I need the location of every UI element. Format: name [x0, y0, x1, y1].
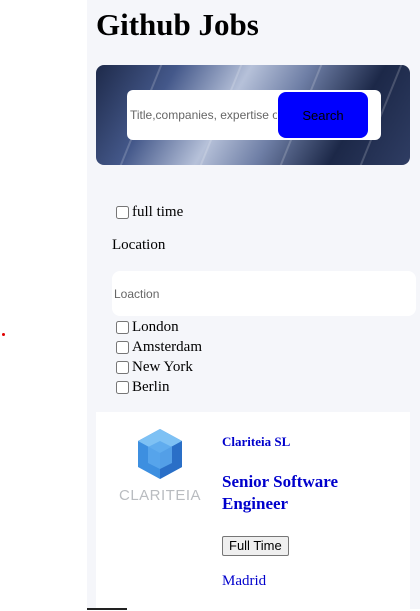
location-heading: Location — [112, 237, 166, 253]
logo-text: CLARITEIA — [119, 487, 201, 504]
location-input[interactable] — [112, 271, 416, 316]
search-bar: Search — [127, 90, 381, 140]
main-panel: Github Jobs Search full time Location Lo… — [87, 0, 420, 609]
city-option-label: Amsterdam — [132, 339, 202, 355]
search-hero-banner: Search — [96, 65, 410, 165]
page-title: Github Jobs — [96, 7, 259, 42]
new-york-checkbox[interactable] — [116, 360, 129, 374]
full-time-checkbox[interactable] — [116, 205, 129, 219]
full-time-filter[interactable]: full time — [116, 203, 183, 221]
search-button[interactable]: Search — [278, 92, 368, 138]
city-option-label: London — [132, 319, 179, 335]
job-type-button[interactable]: Full Time — [222, 536, 289, 556]
scroll-indicator — [87, 608, 127, 610]
amsterdam-checkbox[interactable] — [116, 340, 129, 354]
city-option-berlin[interactable]: Berlin — [116, 378, 170, 396]
berlin-checkbox[interactable] — [116, 380, 129, 394]
city-option-amsterdam[interactable]: Amsterdam — [116, 338, 202, 356]
clariteia-logo-icon: CLARITEIA — [119, 429, 201, 504]
city-option-new-york[interactable]: New York — [116, 358, 193, 376]
search-input[interactable] — [127, 90, 277, 140]
full-time-label: full time — [132, 204, 184, 220]
job-card[interactable]: CLARITEIA Clariteia SL Senior Software E… — [96, 412, 410, 609]
london-checkbox[interactable] — [116, 320, 129, 334]
city-option-label: Berlin — [132, 379, 170, 395]
stray-dot — [2, 333, 5, 336]
city-option-london[interactable]: London — [116, 318, 179, 336]
city-option-label: New York — [132, 359, 193, 375]
job-location[interactable]: Madrid — [222, 572, 266, 590]
company-name[interactable]: Clariteia SL — [222, 434, 290, 450]
job-title[interactable]: Senior Software Engineer — [222, 471, 392, 515]
